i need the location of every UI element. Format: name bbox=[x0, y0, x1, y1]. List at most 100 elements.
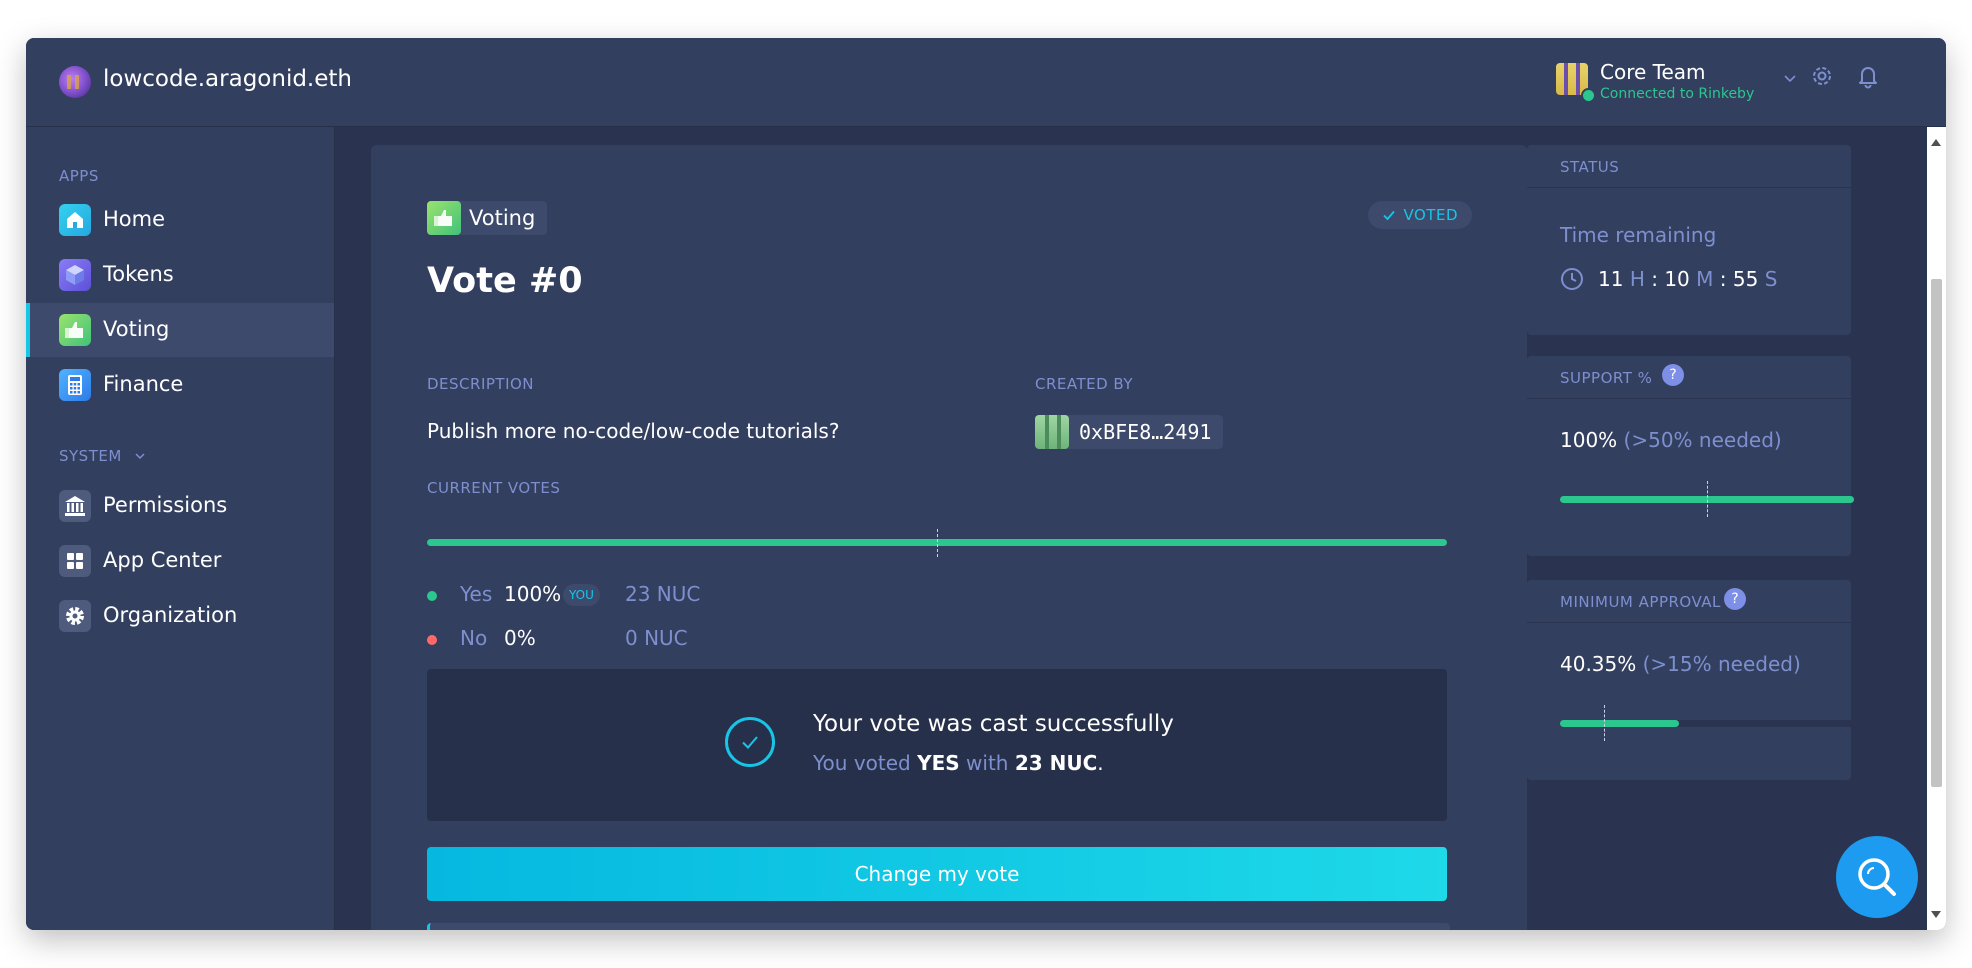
account-switcher[interactable]: Core Team Connected to Rinkeby bbox=[1556, 60, 1796, 104]
scroll-up-arrow-icon[interactable] bbox=[1931, 139, 1941, 146]
creator-avatar bbox=[1035, 415, 1069, 449]
status-card: STATUS Time remaining 11 H : 10 M : 55 S bbox=[1527, 145, 1851, 335]
sidebar-item-organization[interactable]: Organization bbox=[26, 589, 334, 643]
notifications-bell-icon[interactable] bbox=[1854, 62, 1882, 90]
vote-option-label: Yes bbox=[460, 582, 493, 606]
scrollbar-thumb[interactable] bbox=[1931, 279, 1942, 787]
approval-title: MINIMUM APPROVAL % bbox=[1560, 593, 1741, 611]
sidebar-item-label: Finance bbox=[103, 372, 184, 396]
apps-section-label: APPS bbox=[59, 167, 99, 185]
support-progress-bar bbox=[1560, 481, 1854, 517]
sidebar-item-label: Tokens bbox=[103, 262, 174, 286]
vote-option-percent: 100% bbox=[504, 582, 562, 606]
scroll-down-arrow-icon[interactable] bbox=[1931, 911, 1941, 918]
vote-card: Voting VOTED Vote #0 DESCRIPTION Publish… bbox=[371, 145, 1527, 930]
description-label: DESCRIPTION bbox=[427, 375, 535, 393]
approval-card-header: MINIMUM APPROVAL % ? bbox=[1527, 580, 1851, 623]
approval-progress-bar bbox=[1560, 705, 1854, 741]
sidebar-item-tokens[interactable]: Tokens bbox=[26, 248, 334, 302]
chevron-down-icon[interactable] bbox=[133, 449, 147, 463]
gear-icon bbox=[59, 600, 91, 632]
support-card: SUPPORT % ? 100% (>50% needed) bbox=[1527, 356, 1854, 556]
current-votes-label: CURRENT VOTES bbox=[427, 479, 561, 497]
app-badge[interactable]: Voting bbox=[427, 201, 548, 235]
status-title: STATUS bbox=[1560, 158, 1620, 176]
sidebar-item-label: Voting bbox=[103, 317, 170, 341]
sidebar-item-permissions[interactable]: Permissions bbox=[26, 479, 334, 533]
change-vote-button[interactable]: Change my vote bbox=[427, 847, 1447, 901]
success-amount: 23 NUC bbox=[1014, 751, 1098, 775]
vote-option-no: No 0% 0 NUC bbox=[427, 626, 1027, 654]
sidebar: APPS Home Tokens Voting Finance SYSTEM P… bbox=[26, 127, 335, 930]
vote-option-label: No bbox=[460, 626, 488, 650]
org-name[interactable]: lowcode.aragonid.eth bbox=[103, 66, 352, 92]
sidebar-item-app-center[interactable]: App Center bbox=[26, 534, 334, 588]
success-detail-end: . bbox=[1097, 751, 1104, 775]
vote-description: Publish more no-code/low-code tutorials? bbox=[427, 419, 840, 443]
approval-threshold-marker bbox=[1604, 705, 1606, 741]
success-detail-prefix: You voted bbox=[813, 751, 918, 775]
help-icon[interactable]: ? bbox=[1724, 588, 1746, 610]
sidebar-item-home[interactable]: Home bbox=[26, 193, 334, 247]
header: lowcode.aragonid.eth Core Team Connected… bbox=[26, 38, 1946, 127]
votes-progress-bar bbox=[427, 529, 1447, 557]
home-icon bbox=[59, 204, 91, 236]
timer-minutes: 10 bbox=[1664, 267, 1690, 291]
you-badge: YOU bbox=[563, 584, 600, 606]
no-dot bbox=[427, 635, 437, 645]
vote-title: Vote #0 bbox=[427, 261, 583, 301]
sidebar-item-label: Organization bbox=[103, 603, 238, 627]
success-detail: You voted YES with 23 NUC. bbox=[813, 751, 1104, 775]
sidebar-item-label: Permissions bbox=[103, 493, 228, 517]
timer-hours-unit: H bbox=[1629, 267, 1645, 291]
votes-threshold-marker bbox=[937, 529, 938, 557]
scrollbar[interactable] bbox=[1927, 127, 1946, 930]
approval-percent: 40.35% bbox=[1560, 652, 1637, 676]
support-percent: 100% bbox=[1560, 428, 1618, 452]
time-remaining-label: Time remaining bbox=[1560, 223, 1717, 247]
support-card-header: SUPPORT % ? bbox=[1527, 356, 1851, 399]
help-icon[interactable]: ? bbox=[1662, 364, 1684, 386]
timer-separator: : bbox=[1651, 267, 1658, 291]
countdown-timer: 11 H : 10 M : 55 S bbox=[1598, 267, 1777, 291]
support-threshold-marker bbox=[1707, 481, 1708, 517]
sidebar-item-label: App Center bbox=[103, 548, 222, 572]
help-search-icon bbox=[1858, 858, 1896, 896]
help-search-button[interactable] bbox=[1836, 836, 1918, 918]
app-badge-label: Voting bbox=[469, 206, 536, 230]
clock-icon bbox=[1561, 268, 1583, 290]
success-detail-mid: with bbox=[959, 751, 1015, 775]
approval-progress-fill bbox=[1560, 720, 1679, 727]
approval-needed: (>15% needed) bbox=[1642, 652, 1801, 676]
voted-status-label: VOTED bbox=[1403, 206, 1458, 224]
timer-seconds: 55 bbox=[1732, 267, 1759, 291]
vote-option-percent: 0% bbox=[504, 626, 536, 650]
vote-option-amount: 0 NUC bbox=[625, 626, 688, 650]
timer-minutes-unit: M bbox=[1696, 267, 1714, 291]
calculator-icon bbox=[59, 369, 91, 401]
approval-value: 40.35% (>15% needed) bbox=[1560, 652, 1801, 676]
chevron-down-icon[interactable] bbox=[1782, 70, 1798, 86]
bank-icon bbox=[59, 490, 91, 522]
app-window: lowcode.aragonid.eth Core Team Connected… bbox=[26, 38, 1946, 930]
voted-status-badge: VOTED bbox=[1367, 201, 1472, 229]
next-panel-edge bbox=[427, 923, 1450, 930]
creator-address-badge[interactable]: 0xBFE8…2491 bbox=[1035, 415, 1224, 449]
sidebar-item-label: Home bbox=[103, 207, 166, 231]
account-name: Core Team bbox=[1600, 60, 1706, 84]
org-avatar[interactable] bbox=[59, 66, 91, 98]
vote-success-message: Your vote was cast successfully You vote… bbox=[427, 669, 1447, 821]
approval-card: MINIMUM APPROVAL % ? 40.35% (>15% needed… bbox=[1527, 580, 1854, 780]
timer-seconds-unit: S bbox=[1764, 267, 1778, 291]
sidebar-item-finance[interactable]: Finance bbox=[26, 358, 334, 412]
support-needed: (>50% needed) bbox=[1623, 428, 1782, 452]
support-value: 100% (>50% needed) bbox=[1560, 428, 1782, 452]
support-title: SUPPORT % bbox=[1560, 369, 1653, 387]
system-section-label[interactable]: SYSTEM bbox=[59, 447, 122, 465]
connection-status-dot bbox=[1581, 88, 1596, 103]
settings-gear-icon[interactable] bbox=[1808, 62, 1836, 90]
success-check-icon bbox=[725, 717, 775, 767]
sidebar-item-voting[interactable]: Voting bbox=[26, 303, 334, 357]
success-choice: YES bbox=[917, 751, 960, 775]
network-status: Connected to Rinkeby bbox=[1600, 86, 1755, 102]
